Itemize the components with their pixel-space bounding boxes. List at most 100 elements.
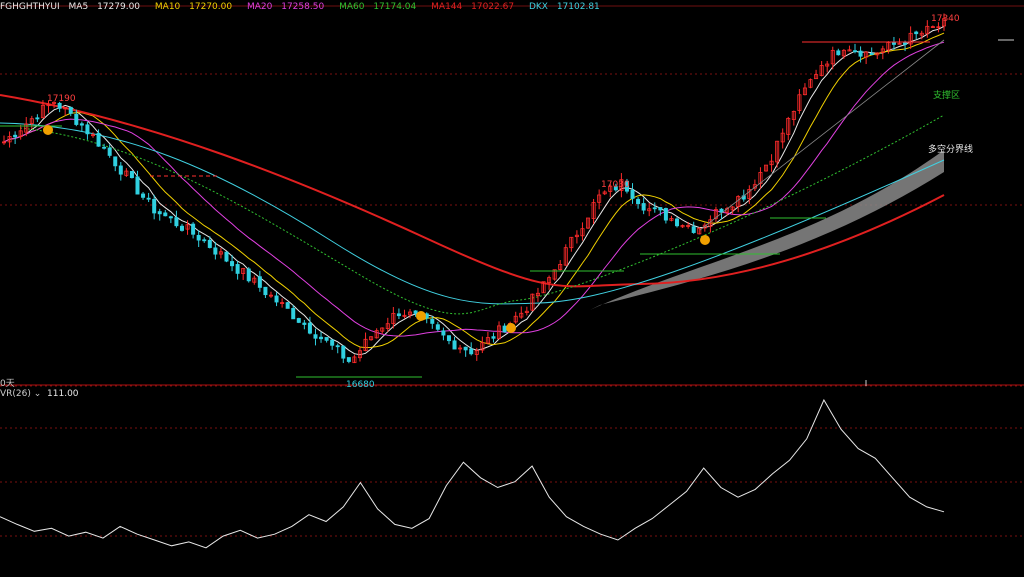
candle-body <box>107 147 112 156</box>
signal-dot-icon <box>700 235 710 245</box>
candle-body <box>85 124 90 135</box>
candle-body <box>853 50 858 53</box>
candle-body <box>291 308 296 320</box>
candle-body <box>224 251 229 262</box>
signal-dot-icon <box>416 311 426 321</box>
candle-body <box>346 357 351 362</box>
candle-body <box>463 346 468 351</box>
candle-body <box>413 310 418 314</box>
candle-body <box>152 198 157 214</box>
price-chart <box>0 5 1024 549</box>
candlestick-series <box>2 13 947 364</box>
candle-body <box>13 134 18 138</box>
candle-body <box>663 208 668 221</box>
ma144-label: MA144 17022.67 <box>431 2 515 12</box>
chart-grid <box>0 5 1024 537</box>
candle-body <box>441 330 446 336</box>
vr-indicator-panel <box>0 398 945 549</box>
candle-body <box>263 286 268 296</box>
ma10-label: MA10 17270.00 <box>154 2 233 12</box>
dkx-cloud <box>590 150 944 310</box>
candle-body <box>491 336 496 339</box>
candle-body <box>630 189 635 199</box>
candle-body <box>146 197 151 200</box>
candle-body <box>118 165 123 175</box>
candle-body <box>274 295 279 303</box>
candle-body <box>157 211 162 215</box>
candle-body <box>96 133 101 147</box>
candle-body <box>469 348 474 355</box>
candle-body <box>129 170 134 179</box>
candle-body <box>230 261 235 267</box>
candle-body <box>35 117 40 120</box>
candle-body <box>330 339 335 346</box>
candle-body <box>68 106 73 114</box>
candle-body <box>869 52 874 56</box>
signal-dot-icon <box>506 323 516 333</box>
ma60-label: MA60 17174.04 <box>339 2 417 12</box>
candle-body <box>502 325 507 333</box>
candle-body <box>446 335 451 342</box>
candle-body <box>435 324 440 330</box>
symbol-label: FGHGHTHYUI <box>0 2 60 12</box>
candle-body <box>652 207 657 210</box>
candle-body <box>307 322 312 334</box>
candle-body <box>296 318 301 323</box>
support-zone-label: 支撑区 <box>933 91 961 101</box>
candle-body <box>196 234 201 241</box>
candle-body <box>285 302 290 309</box>
indicator-chevron-icon: ⌄ <box>33 389 42 399</box>
candle-body <box>313 334 318 339</box>
candle-body <box>430 318 435 324</box>
candle-body <box>141 193 146 198</box>
candle-body <box>302 322 307 325</box>
candle-body <box>324 337 329 341</box>
ma5-line <box>3 25 945 356</box>
candle-body <box>341 345 346 359</box>
candle-body <box>636 198 641 205</box>
candle-body <box>335 345 340 348</box>
vr-line <box>0 398 945 549</box>
candle-body <box>891 42 896 45</box>
candle-body <box>79 123 84 126</box>
indicator-header: VR(26) ⌄ 111.00 <box>0 389 79 399</box>
indicator-name: VR(26) <box>0 389 31 399</box>
candle-body <box>858 50 863 57</box>
ma144-line <box>0 94 945 288</box>
candle-body <box>174 217 179 227</box>
candle-body <box>658 207 663 211</box>
candle-body <box>257 276 262 288</box>
candle-body <box>246 268 251 282</box>
indicator-value: 111.00 <box>47 389 79 399</box>
candle-body <box>675 218 680 227</box>
candle-body <box>691 226 696 233</box>
moving-average-lines <box>0 25 945 356</box>
candle-body <box>168 216 173 219</box>
candle-body <box>74 113 79 125</box>
ma-header: FGHGHTHYUI MA5 17279.00 MA10 17270.00 MA… <box>0 2 612 12</box>
candle-body <box>179 225 184 231</box>
candle-body <box>135 176 140 195</box>
candle-body <box>452 340 457 350</box>
high-right-label: 17340 <box>931 14 960 24</box>
low-label: 16680 <box>346 380 375 390</box>
signal-dot-icon <box>43 125 53 135</box>
candle-body <box>213 247 218 255</box>
high-left-label: 17190 <box>47 94 76 104</box>
candle-body <box>903 42 908 45</box>
day-label: 0天 <box>0 379 15 389</box>
candle-body <box>641 203 646 211</box>
candle-body <box>102 146 107 149</box>
candle-body <box>235 264 240 274</box>
candle-body <box>319 336 324 340</box>
dkx-cloud-band <box>590 150 944 310</box>
candle-body <box>914 31 919 35</box>
candle-body <box>113 156 118 167</box>
candle-body <box>191 223 196 235</box>
ma20-label: MA20 17258.50 <box>246 2 325 12</box>
ma60-line <box>19 114 945 315</box>
candle-body <box>207 239 212 248</box>
candle-body <box>202 239 207 242</box>
dkx-label: DKX 17102.81 <box>528 2 600 12</box>
candle-body <box>396 313 401 317</box>
